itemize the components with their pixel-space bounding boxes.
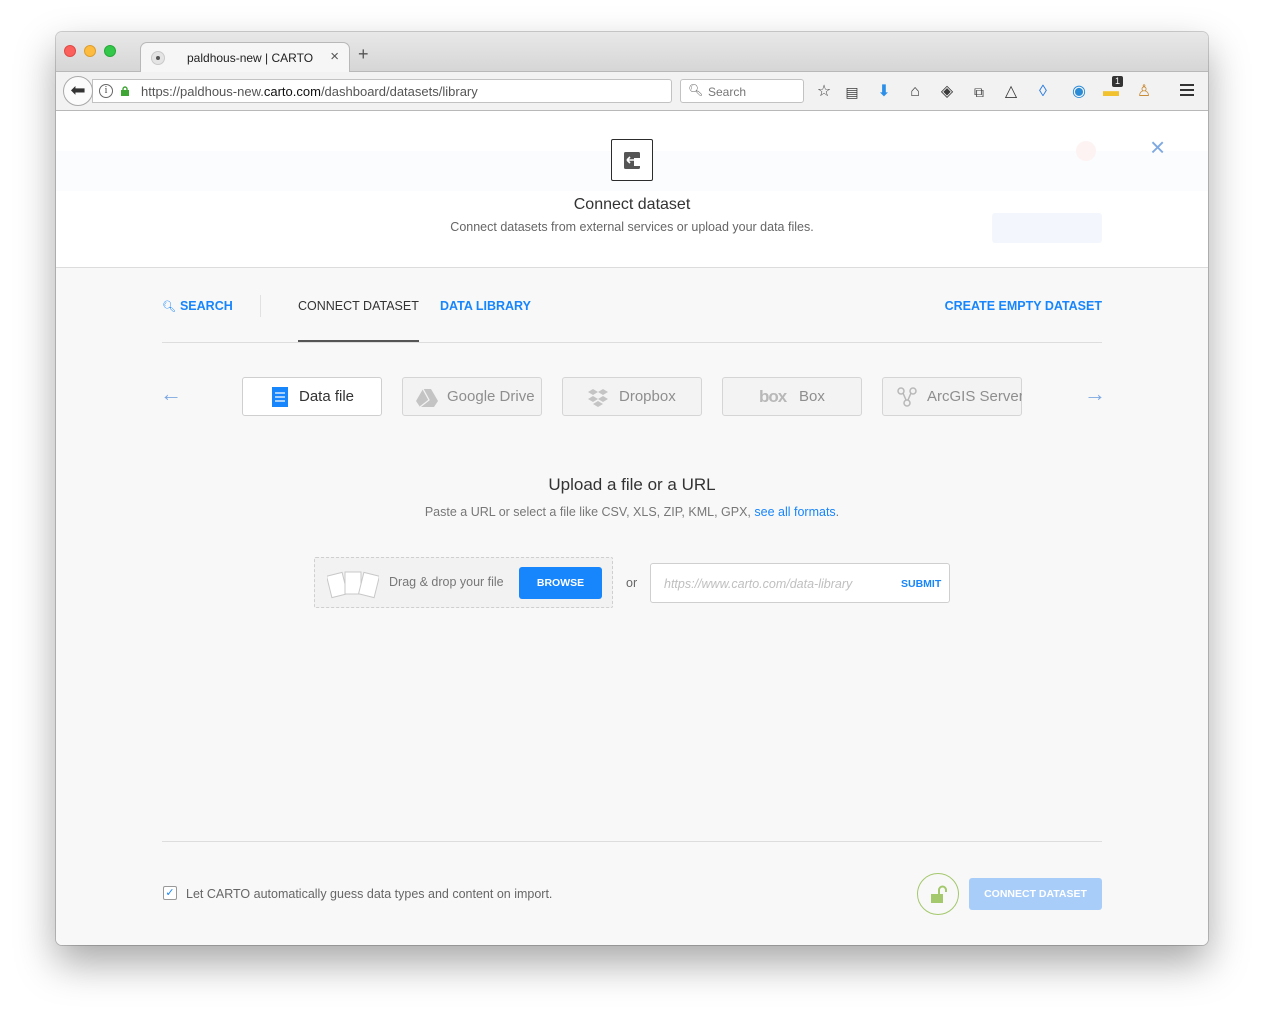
search-placeholder: Search <box>708 85 747 99</box>
tab-title: paldhous-new | CARTO <box>187 51 314 65</box>
pocket-icon[interactable]: ◈ <box>936 81 958 103</box>
clipboard-icon[interactable]: ⧉ <box>968 81 990 103</box>
service-label: Google Drive <box>447 388 535 405</box>
triangle-icon[interactable]: △ <box>1000 81 1022 103</box>
arrow-left-icon[interactable]: ← <box>160 381 182 407</box>
back-button[interactable]: ⬅ <box>63 76 93 106</box>
menu-icon[interactable] <box>1180 84 1194 99</box>
or-separator: or <box>626 576 638 590</box>
service-box[interactable]: box Box <box>722 377 862 416</box>
zoom-window-button[interactable] <box>104 45 116 57</box>
checkbox-label[interactable]: Let CARTO automatically guess data types… <box>186 887 552 901</box>
close-icon[interactable]: × <box>1150 134 1165 160</box>
connect-dataset-button[interactable]: CONNECT DATASET <box>969 878 1102 910</box>
tab-divider <box>260 295 261 317</box>
connect-dataset-icon <box>611 139 653 181</box>
unlock-icon <box>931 885 947 903</box>
tab-bar: paldhous-new | CARTO × + <box>56 32 1208 73</box>
service-label: Data file <box>299 388 355 405</box>
drop-label: Drag & drop your file <box>389 575 504 589</box>
see-all-formats-link[interactable]: see all formats <box>754 505 835 519</box>
tab-data-library[interactable]: DATA LIBRARY <box>440 299 531 313</box>
arcgis-icon <box>897 387 917 407</box>
drop-icon[interactable]: ◊ <box>1032 81 1054 103</box>
search-icon: 🔍︎ <box>162 301 176 313</box>
document-icon <box>272 387 288 407</box>
browse-button[interactable]: BROWSE <box>519 567 602 599</box>
service-label: Box <box>799 388 825 405</box>
favicon-icon <box>151 51 165 65</box>
create-empty-dataset-link[interactable]: CREATE EMPTY DATASET <box>945 299 1102 313</box>
footer-divider <box>162 841 1102 842</box>
google-drive-icon <box>416 388 438 408</box>
modal-subtitle: Connect datasets from external services … <box>450 220 814 234</box>
url-input[interactable]: https://www.carto.com/data-library SUBMI… <box>650 563 950 603</box>
home-icon[interactable]: ⌂ <box>904 81 926 103</box>
extension-badge: 1 <box>1112 76 1124 87</box>
browser-tab[interactable]: paldhous-new | CARTO × <box>140 42 350 73</box>
url-placeholder: https://www.carto.com/data-library <box>664 577 853 591</box>
dropbox-icon <box>588 389 608 407</box>
guess-types-checkbox[interactable]: ✓ <box>163 886 177 900</box>
dataset-tabs: 🔍︎ SEARCH CONNECT DATASET DATA LIBRARY CR… <box>162 295 1102 343</box>
background-dot <box>1076 141 1096 161</box>
close-window-button[interactable] <box>64 45 76 57</box>
download-icon[interactable]: ⬇ <box>873 81 895 103</box>
info-icon[interactable]: i <box>99 84 113 98</box>
upload-title: Upload a file or a URL <box>548 475 716 494</box>
service-label: Dropbox <box>619 388 676 405</box>
browser-window: paldhous-new | CARTO × + i https://paldh… <box>56 32 1208 945</box>
service-data-file[interactable]: Data file <box>242 377 382 416</box>
tab-search[interactable]: 🔍︎ SEARCH <box>162 299 233 313</box>
service-dropbox[interactable]: Dropbox <box>562 377 702 416</box>
bookmark-star-icon[interactable]: ☆ <box>813 81 835 103</box>
modal-header: Connect dataset Connect datasets from ex… <box>56 111 1208 268</box>
files-icon <box>327 571 379 599</box>
privacy-icon[interactable]: ♙ <box>1133 81 1155 103</box>
tab-close-icon[interactable]: × <box>330 48 339 65</box>
address-bar[interactable]: i https://paldhous-new.carto.com/dashboa… <box>92 79 694 103</box>
navigation-bar: i https://paldhous-new.carto.com/dashboa… <box>56 72 1208 111</box>
submit-button[interactable]: SUBMIT <box>901 578 941 590</box>
new-tab-button[interactable]: + <box>358 44 369 65</box>
service-carousel: Data file Google Drive Dropbox box Box A… <box>242 377 1022 417</box>
modal-title: Connect dataset <box>573 196 691 213</box>
reading-list-icon[interactable]: ▤ <box>841 81 863 103</box>
service-arcgis[interactable]: ArcGIS Server™ <box>882 377 1022 416</box>
search-icon: 🔍︎ <box>688 83 704 97</box>
file-drop-zone[interactable]: Drag & drop your file BROWSE <box>314 557 613 608</box>
service-label: ArcGIS Server™ <box>927 388 1022 405</box>
url-text: https://paldhous-new.carto.com/dashboard… <box>141 84 478 99</box>
privacy-lock-button[interactable] <box>917 873 959 915</box>
arrow-right-icon[interactable]: → <box>1084 381 1106 407</box>
upload-subtitle: Paste a URL or select a file like CSV, X… <box>424 505 840 519</box>
back-icon: ⬅ <box>70 80 86 100</box>
lock-icon <box>121 86 129 96</box>
ring-icon[interactable]: ◉ <box>1068 81 1090 103</box>
page-content: Connect dataset Connect datasets from ex… <box>56 111 1208 945</box>
box-icon: box <box>759 387 787 406</box>
minimize-window-button[interactable] <box>84 45 96 57</box>
search-field[interactable]: 🔍︎ Search <box>680 79 804 103</box>
tab-connect-dataset[interactable]: CONNECT DATASET <box>298 299 419 342</box>
service-google-drive[interactable]: Google Drive <box>402 377 542 416</box>
